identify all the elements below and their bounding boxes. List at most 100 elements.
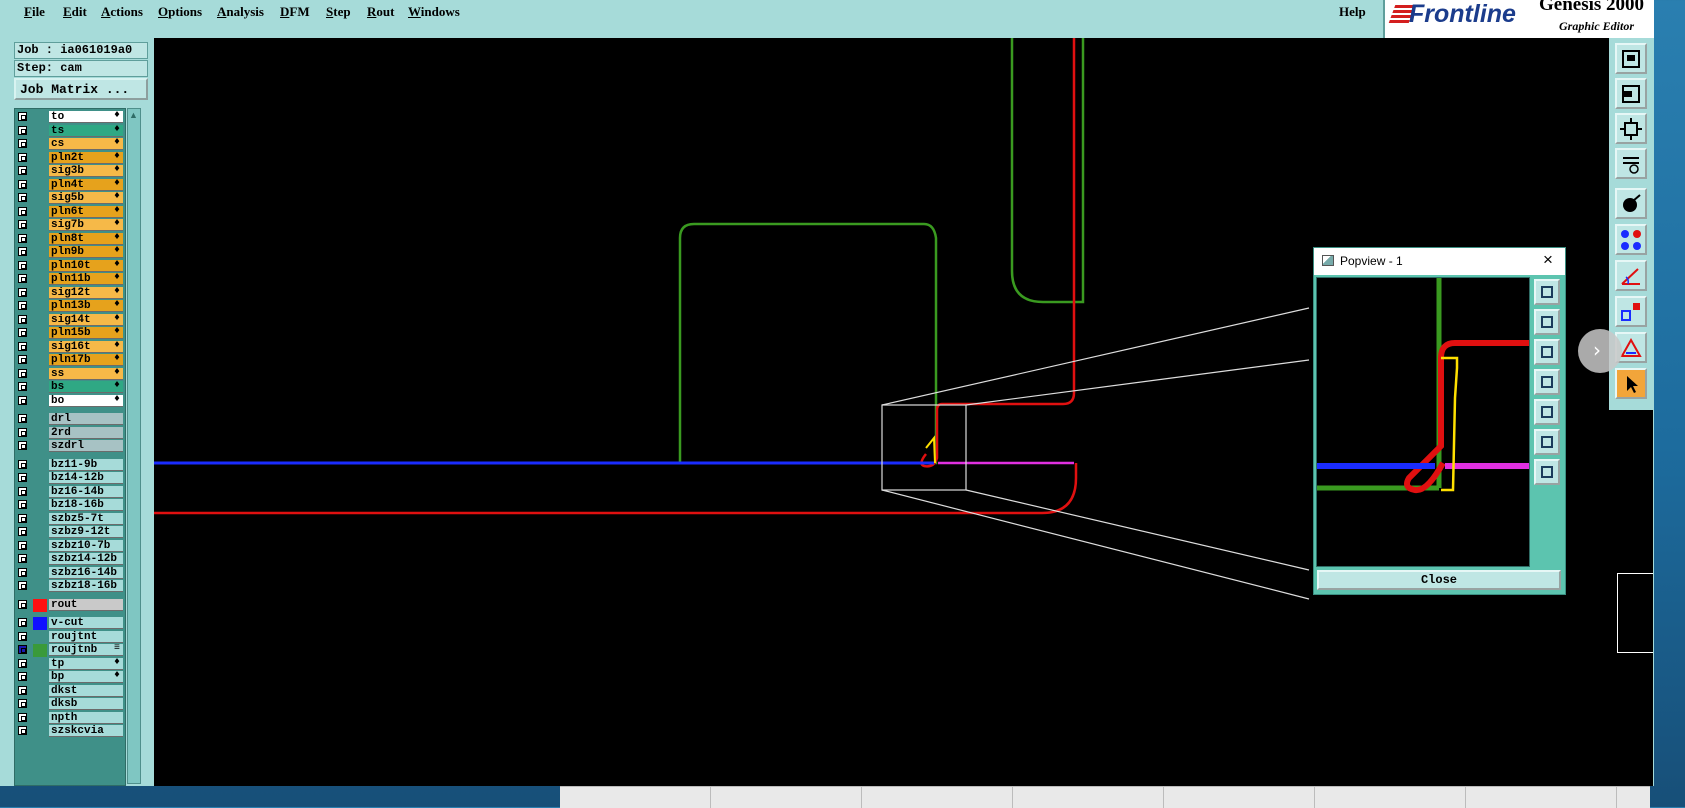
layer-list-scrollbar[interactable]: ▲	[127, 108, 141, 784]
layer-name[interactable]: sig7b ♦	[49, 218, 123, 231]
layer-row[interactable]: pln11b ♦	[15, 272, 125, 286]
layer-name[interactable]: bp ♦	[49, 670, 123, 683]
layer-row[interactable]: bz11-9b	[15, 458, 125, 472]
menu-options[interactable]: Options	[158, 4, 202, 20]
layer-row[interactable]: bz16-14b	[15, 485, 125, 499]
layer-name[interactable]: drl	[49, 413, 123, 425]
layer-name[interactable]: pln4t ♦	[49, 178, 123, 191]
taskbar-cell[interactable]	[1315, 787, 1466, 808]
popview-close-button[interactable]: Close	[1317, 570, 1561, 590]
layer-row[interactable]: szbz14-12b	[15, 553, 125, 566]
layer-checkbox[interactable]	[18, 179, 27, 189]
layer-row[interactable]: ss ♦	[15, 367, 125, 381]
layer-name[interactable]: szdrl	[49, 440, 123, 452]
pv-left-button[interactable]	[1534, 369, 1560, 395]
layer-row[interactable]: ts ♦	[15, 124, 125, 138]
layer-checkbox[interactable]	[18, 427, 27, 437]
pv-down-button[interactable]	[1534, 339, 1560, 365]
layer-row[interactable]: dkst	[15, 684, 125, 698]
select-button[interactable]	[1615, 296, 1647, 327]
layer-row[interactable]: drl	[15, 413, 125, 426]
layer-checkbox[interactable]	[18, 599, 27, 609]
layer-checkbox[interactable]	[18, 166, 27, 175]
layer-checkbox[interactable]	[18, 441, 27, 450]
layer-checkbox[interactable]	[18, 658, 27, 668]
layer-checkbox[interactable]	[18, 274, 27, 283]
layer-checkbox[interactable]	[18, 567, 27, 577]
layer-row[interactable]: szbz5-7t	[15, 512, 125, 526]
layer-checkbox[interactable]	[18, 328, 27, 337]
layer-row[interactable]: pln10t ♦	[15, 259, 125, 273]
layer-checkbox[interactable]	[18, 685, 27, 695]
layer-row[interactable]: bz14-12b	[15, 472, 125, 485]
pv-center-button[interactable]	[1534, 459, 1560, 485]
layer-row[interactable]: pln6t ♦	[15, 205, 125, 219]
layer-row[interactable]: pln17b ♦	[15, 353, 125, 367]
layer-name[interactable]: npth	[49, 711, 123, 724]
layer-name[interactable]: szbz10-7b	[49, 539, 123, 552]
layer-row[interactable]: szskcvia	[15, 725, 125, 738]
layer-row[interactable]: szbz18-16b	[15, 580, 125, 593]
layer-checkbox[interactable]	[18, 139, 27, 148]
layer-checkbox[interactable]	[18, 459, 27, 469]
layer-checkbox[interactable]	[18, 500, 27, 509]
layer-checkbox[interactable]	[18, 712, 27, 722]
layer-name[interactable]: 2rd	[49, 426, 123, 439]
browser-next-chevron[interactable]: ›	[1578, 329, 1622, 373]
layer-name[interactable]: dksb	[49, 698, 123, 710]
menu-rout[interactable]: Rout	[367, 4, 394, 20]
layer-row[interactable]: bp ♦	[15, 670, 125, 684]
layer-checkbox[interactable]	[18, 260, 27, 270]
layer-checkbox[interactable]	[18, 355, 27, 364]
layer-name[interactable]: bo ♦	[49, 394, 123, 407]
layer-row[interactable]: cs ♦	[15, 137, 125, 151]
layer-row[interactable]: bs ♦	[15, 380, 125, 394]
layer-color-swatch[interactable]	[33, 598, 47, 612]
layer-name[interactable]: sig14t ♦	[49, 313, 123, 326]
layer-row[interactable]: bz18-16b	[15, 499, 125, 512]
menu-file[interactable]: File	[24, 4, 45, 20]
layer-row[interactable]: szbz9-12t	[15, 526, 125, 539]
layer-checkbox[interactable]	[18, 645, 27, 654]
fit-view-button[interactable]	[1615, 113, 1647, 144]
layer-checkbox[interactable]	[18, 112, 27, 121]
layer-row[interactable]: sig5b ♦	[15, 191, 125, 205]
menu-windows[interactable]: Windows	[408, 4, 460, 20]
layer-checkbox[interactable]	[18, 473, 27, 482]
taskbar-cell[interactable]	[711, 787, 862, 808]
pv-right-button[interactable]	[1534, 399, 1560, 425]
layer-row[interactable]: sig14t ♦	[15, 313, 125, 327]
layer-checkbox[interactable]	[18, 247, 27, 256]
layer-checkbox[interactable]	[18, 220, 27, 229]
layer-checkbox[interactable]	[18, 527, 27, 536]
pointer-tool-button[interactable]	[1615, 368, 1647, 399]
layer-name[interactable]: ss ♦	[49, 367, 123, 380]
zoom-back-button[interactable]	[1615, 78, 1647, 109]
layer-row[interactable]: dksb	[15, 698, 125, 711]
popview-titlebar[interactable]: Popview - 1 ×	[1314, 248, 1565, 275]
layer-name[interactable]: pln9b ♦	[49, 245, 123, 258]
layer-row[interactable]: pln4t ♦	[15, 178, 125, 192]
snap-button[interactable]	[1615, 188, 1647, 219]
layer-checkbox[interactable]	[18, 193, 27, 202]
layer-name[interactable]: szbz18-16b	[49, 580, 123, 592]
layer-name[interactable]: szskcvia	[49, 725, 123, 737]
layer-name[interactable]: szbz14-12b	[49, 553, 123, 565]
layer-checkbox[interactable]	[18, 206, 27, 216]
layer-checkbox[interactable]	[18, 513, 27, 523]
layer-name[interactable]: ts ♦	[49, 124, 123, 137]
layer-checkbox[interactable]	[18, 631, 27, 641]
mini-overview[interactable]	[1617, 573, 1653, 653]
layer-row[interactable]: pln9b ♦	[15, 245, 125, 259]
taskbar-cell[interactable]	[1466, 787, 1617, 808]
measure-button[interactable]	[1615, 260, 1647, 291]
layer-name[interactable]: sig12t ♦	[49, 286, 123, 299]
layer-name[interactable]: pln8t ♦	[49, 232, 123, 245]
taskbar-cell[interactable]	[1164, 787, 1315, 808]
layer-name[interactable]: tp ♦	[49, 657, 123, 670]
layer-name[interactable]: cs ♦	[49, 137, 123, 150]
layer-name[interactable]: szbz5-7t	[49, 512, 123, 525]
layer-name[interactable]: bz11-9b	[49, 458, 123, 471]
layer-row[interactable]: sig3b ♦	[15, 164, 125, 178]
layer-checkbox[interactable]	[18, 699, 27, 708]
